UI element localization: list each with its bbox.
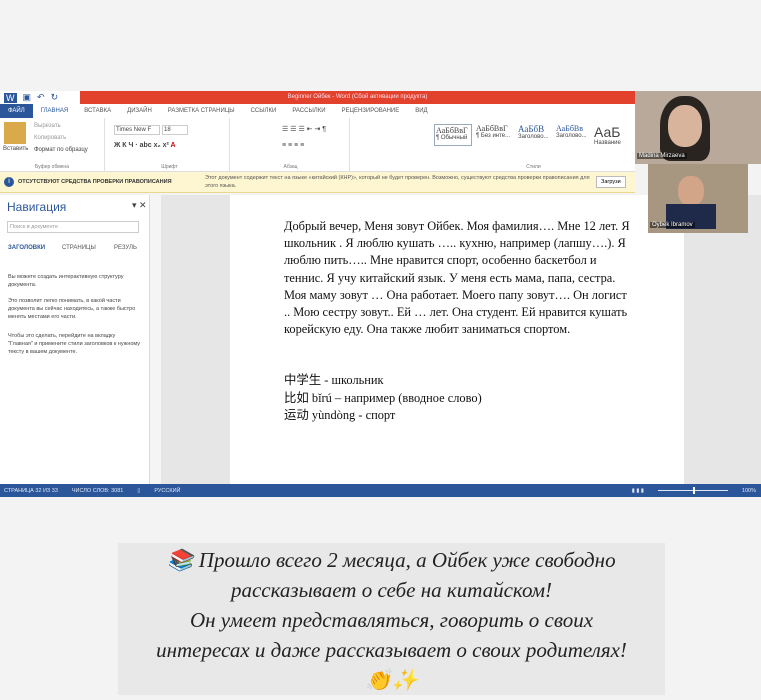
caption-line: Он умеет представляться, говорить о свои… bbox=[189, 608, 594, 632]
zoom-slider[interactable] bbox=[657, 487, 728, 494]
clipboard-label: Буфер обмена bbox=[35, 164, 69, 170]
zoom-level[interactable]: 100% bbox=[742, 488, 761, 494]
paragraph-label: Абзац bbox=[283, 164, 298, 170]
caption-line: интересах и даже рассказывает о своих ро… bbox=[156, 638, 627, 662]
search-input[interactable]: Поиск в документе bbox=[7, 221, 139, 233]
caption-line: 📚 Прошло всего 2 месяца, а Ойбек уже сво… bbox=[167, 548, 616, 572]
clipboard-group: Вставить Вырезать Копировать Формат по о… bbox=[0, 118, 105, 172]
close-icon[interactable]: ▾ ✕ bbox=[132, 200, 147, 211]
save-icon[interactable]: ▣ bbox=[23, 92, 32, 103]
vocab-line: 比如 bǐrú – например (вводное слово) bbox=[284, 390, 482, 405]
tab-references[interactable]: ССЫЛКИ bbox=[243, 108, 285, 114]
view-buttons[interactable]: ▮ ▮ ▮ bbox=[632, 488, 644, 494]
font-group: Times New F 18 Ж К Ч · abc x₂ x² A Шрифт bbox=[110, 118, 230, 172]
vocab-line: 运动 yùndòng - спорт bbox=[284, 407, 396, 422]
vertical-ruler bbox=[151, 195, 161, 484]
tab-insert[interactable]: ВСТАВКА bbox=[76, 108, 119, 114]
paste-button[interactable]: Вставить bbox=[3, 146, 28, 152]
participant-face bbox=[678, 176, 704, 206]
caption-line: рассказывает о себе на китайском! bbox=[230, 578, 553, 602]
paragraph-group: ☰ ☰ ☰ ⇤ ⇥ ¶ ≡ ≡ ≡ ≡ Абзац bbox=[232, 118, 350, 172]
tab-file[interactable]: ФАЙЛ bbox=[0, 104, 33, 118]
nav-title: Навигация bbox=[7, 200, 67, 214]
window-title: Beginner Ойбек - Word (Сбой активации пр… bbox=[80, 91, 635, 104]
style-no-spacing[interactable]: АаБбВвГ ¶ Без инте... bbox=[476, 124, 514, 146]
word-icon[interactable]: W bbox=[4, 92, 17, 103]
undo-icon[interactable]: ↶ bbox=[37, 92, 45, 103]
align-buttons[interactable]: ≡ ≡ ≡ ≡ bbox=[282, 142, 304, 149]
vocab-line: 中学生 - школьник bbox=[284, 373, 384, 388]
copy-button[interactable]: Копировать bbox=[34, 135, 66, 141]
style-heading2[interactable]: АаБбВв Заголово... bbox=[556, 124, 590, 146]
word-count[interactable]: ЧИСЛО СЛОВ: 3081 bbox=[72, 488, 123, 494]
ribbon-tabs: ФАЙЛ ГЛАВНАЯ ВСТАВКА ДИЗАЙН РАЗМЕТКА СТР… bbox=[0, 104, 635, 118]
tab-mailings[interactable]: РАССЫЛКИ bbox=[284, 108, 333, 114]
font-label: Шрифт bbox=[161, 164, 178, 170]
font-name-select[interactable]: Times New F bbox=[114, 125, 160, 135]
list-buttons[interactable]: ☰ ☰ ☰ ⇤ ⇥ ¶ bbox=[282, 125, 326, 133]
style-title[interactable]: АаБ Название bbox=[594, 124, 628, 146]
tab-review[interactable]: РЕЦЕНЗИРОВАНИЕ bbox=[334, 108, 408, 114]
tab-view[interactable]: ВИД bbox=[407, 108, 435, 114]
format-buttons[interactable]: Ж К Ч · abc x₂ x² A bbox=[114, 142, 176, 149]
status-bar: СТРАНИЦА 32 ИЗ 33 ЧИСЛО СЛОВ: 3081 ▯ РУС… bbox=[0, 484, 761, 497]
styles-label: Стили bbox=[526, 164, 541, 170]
nav-hint-1: Вы можете создать интерактивную структур… bbox=[8, 274, 124, 288]
nav-hint-3: Чтобы это сделать, перейдите на вкладку … bbox=[8, 333, 141, 355]
cut-button[interactable]: Вырезать bbox=[34, 123, 61, 129]
page-count[interactable]: СТРАНИЦА 32 ИЗ 33 bbox=[4, 488, 58, 494]
tab-results[interactable]: РЕЗУЛЬ bbox=[114, 245, 137, 251]
warning-title: ОТСУТСТВУЮТ СРЕДСТВА ПРОВЕРКИ ПРАВОПИСАН… bbox=[18, 179, 172, 185]
format-painter-button[interactable]: Формат по образцу bbox=[34, 147, 88, 153]
participant-name: Oybek Ibramov bbox=[650, 222, 695, 228]
tab-design[interactable]: ДИЗАЙН bbox=[119, 108, 160, 114]
participant-name: Madina Mirzaeva bbox=[637, 153, 687, 159]
warning-message: Этот документ содержит текст на языке «к… bbox=[205, 175, 590, 189]
tab-layout[interactable]: РАЗМЕТКА СТРАНИЦЫ bbox=[160, 108, 243, 114]
styles-group: АаБбВвГ ¶ Обычный АаБбВвГ ¶ Без инте... Аа… bbox=[432, 118, 635, 172]
video-tile-madina: Madina Mirzaeva bbox=[635, 91, 761, 164]
style-normal[interactable]: АаБбВвГ ¶ Обычный bbox=[434, 124, 472, 146]
language[interactable]: РУССКИЙ bbox=[154, 488, 180, 494]
quick-access-toolbar: W ▣ ↶ ↻ bbox=[0, 91, 80, 104]
document-text[interactable]: Добрый вечер, Меня зовут Ойбек. Моя фами… bbox=[284, 218, 634, 424]
participant-face bbox=[668, 105, 702, 147]
spelling-warning-bar: i ОТСУТСТВУЮТ СРЕДСТВА ПРОВЕРКИ ПРАВОПИС… bbox=[0, 172, 635, 193]
paste-icon[interactable] bbox=[4, 122, 26, 144]
download-button[interactable]: Загрузи bbox=[596, 176, 626, 188]
video-tile-oybek: Oybek Ibramov bbox=[648, 164, 748, 233]
navigation-pane: Навигация ▾ ✕ Поиск в документе ЗАГОЛОВК… bbox=[0, 195, 150, 484]
tab-home[interactable]: ГЛАВНАЯ bbox=[33, 108, 77, 114]
redo-icon[interactable]: ↻ bbox=[51, 92, 59, 103]
caption-emoji: 👏✨ bbox=[365, 668, 418, 692]
ribbon: Вставить Вырезать Копировать Формат по о… bbox=[0, 118, 635, 172]
tab-headings[interactable]: ЗАГОЛОВКИ bbox=[8, 245, 45, 251]
nav-hint-2: Это позволит легко понимать, в какой час… bbox=[8, 298, 136, 320]
document-paragraph: Добрый вечер, Меня зовут Ойбек. Моя фами… bbox=[284, 219, 630, 337]
font-size-select[interactable]: 18 bbox=[162, 125, 188, 135]
tab-pages[interactable]: СТРАНИЦЫ bbox=[62, 245, 96, 251]
proofing-icon[interactable]: ▯ bbox=[137, 488, 140, 494]
info-icon: i bbox=[4, 177, 14, 187]
caption-box: 📚 Прошло всего 2 месяца, а Ойбек уже сво… bbox=[118, 543, 665, 695]
style-heading1[interactable]: АаБбВ Заголово... bbox=[518, 124, 552, 146]
